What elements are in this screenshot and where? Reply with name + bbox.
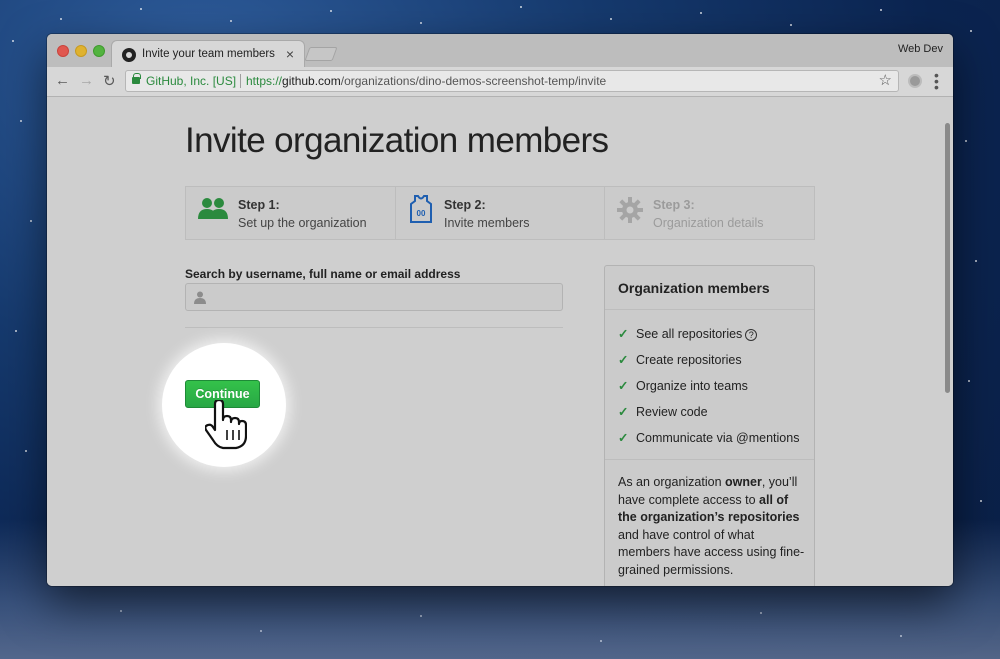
checkmark-icon: ✓ [618, 379, 629, 393]
step-2-description: Invite members [444, 216, 530, 230]
permission-item: ✓ Organize into teams [618, 379, 748, 393]
owner-note: As an organization owner, you’ll have co… [618, 475, 805, 577]
step-1-number: Step 1: [238, 198, 280, 212]
title-bar: Invite your team members × Web Dev [47, 34, 953, 68]
page-content: Invite organization members Step 1: Set … [47, 97, 953, 586]
checkmark-icon: ✓ [618, 431, 629, 445]
panel-title: Organization members [618, 280, 770, 296]
page-scrollbar[interactable] [945, 123, 950, 393]
page-title: Invite organization members [185, 121, 609, 160]
divider [185, 327, 563, 328]
help-icon[interactable]: ? [745, 329, 758, 341]
address-bar[interactable]: GitHub, Inc. [US] https://github.com/org… [125, 70, 899, 92]
forward-arrow-icon[interactable]: → [79, 72, 94, 89]
step-2: 00 Step 2: Invite members [395, 187, 604, 239]
step-1-description: Set up the organization [238, 216, 367, 230]
gear-icon [617, 197, 643, 223]
browser-window: Invite your team members × Web Dev ← → ↻… [47, 34, 953, 586]
bookmark-star-icon[interactable]: ☆ [879, 71, 892, 89]
tab-title: Invite your team members [142, 48, 275, 60]
lock-icon [132, 73, 141, 84]
maximize-window-button[interactable] [93, 45, 105, 57]
jersey-icon: 00 [410, 195, 432, 223]
tab-invite-members[interactable]: Invite your team members × [111, 40, 305, 68]
browser-toolbar: ← → ↻ GitHub, Inc. [US] https://github.c… [47, 67, 953, 97]
extension-icon[interactable] [908, 74, 922, 88]
minimize-window-button[interactable] [75, 45, 87, 57]
step-1: Step 1: Set up the organization [186, 187, 395, 239]
svg-text:00: 00 [417, 209, 426, 218]
github-icon [122, 48, 136, 62]
checkmark-icon: ✓ [618, 327, 629, 341]
step-3-number: Step 3: [653, 198, 695, 212]
step-3-description: Organization details [653, 216, 764, 230]
new-tab-button[interactable] [304, 47, 338, 61]
search-label: Search by username, full name or email a… [185, 267, 461, 281]
panel-header: Organization members [605, 266, 814, 310]
people-icon [198, 198, 228, 219]
permission-item: ✓ Review code [618, 405, 708, 419]
checkmark-icon: ✓ [618, 353, 629, 367]
permission-item: ✓ See all repositories? [618, 326, 758, 341]
back-arrow-icon[interactable]: ← [55, 72, 70, 89]
step-3: Step 3: Organization details [604, 187, 814, 239]
hand-pointer-cursor-icon [205, 400, 247, 450]
permission-item: ✓ Create repositories [618, 353, 742, 367]
tab-close-icon[interactable]: × [286, 46, 294, 62]
kebab-menu-icon[interactable]: • • • [934, 68, 939, 94]
ev-certificate-label[interactable]: GitHub, Inc. [US] [146, 74, 236, 88]
setup-steps: Step 1: Set up the organization 00 Step … [185, 186, 815, 240]
step-2-number: Step 2: [444, 198, 486, 212]
organization-members-panel: Organization members ✓ See all repositori… [604, 265, 815, 586]
permission-list: ✓ See all repositories? ✓ Create repositor… [605, 310, 814, 460]
member-search-input[interactable] [185, 283, 563, 311]
permission-item: ✓ Communicate via @mentions [618, 431, 800, 445]
address-divider [240, 74, 241, 88]
checkmark-icon: ✓ [618, 405, 629, 419]
url-text[interactable]: https://github.com/organizations/dino-de… [246, 74, 606, 88]
close-window-button[interactable] [57, 45, 69, 57]
reload-icon[interactable]: ↻ [103, 72, 116, 90]
person-icon [194, 291, 206, 304]
profile-name[interactable]: Web Dev [898, 43, 943, 55]
